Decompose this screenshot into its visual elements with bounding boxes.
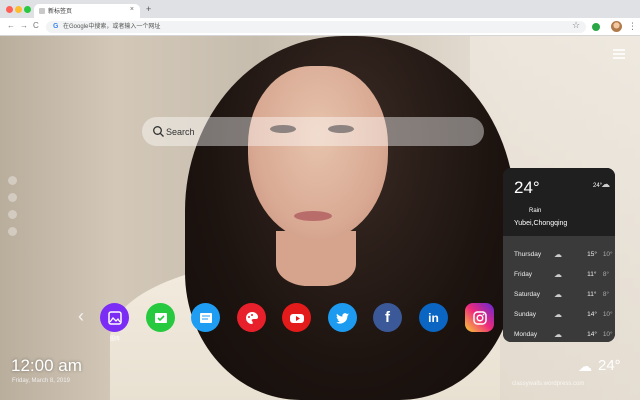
address-bar-placeholder: 在Google中搜索，或者输入一个网址 xyxy=(63,24,161,30)
back-button[interactable]: ← xyxy=(7,21,15,31)
shortcut-notes[interactable] xyxy=(191,303,220,332)
google-icon: G xyxy=(53,23,59,30)
weather-condition: Rain xyxy=(529,208,542,214)
shortcut-instagram[interactable] xyxy=(465,303,494,332)
forecast-high: 11° xyxy=(587,270,597,278)
title-bar: 新标签页 × + xyxy=(0,0,640,18)
shortcut-gallery-label: 图库 xyxy=(109,336,120,342)
forecast-row: Thursday ☁ 15° 10° xyxy=(503,244,615,264)
forecast-high: 15° xyxy=(587,250,597,258)
browser-toolbar: ← → C G 在Google中搜索，或者输入一个网址 ☆ ⋮ xyxy=(0,18,640,36)
browser-tab[interactable]: 新标签页 × xyxy=(34,4,140,18)
profile-avatar[interactable] xyxy=(611,21,622,32)
cloud-icon: ☁ xyxy=(554,269,563,279)
palette-icon xyxy=(245,311,258,324)
forecast-row: Monday ☁ 14° 10° xyxy=(503,324,615,342)
weather-current-temp: 24° xyxy=(514,178,540,197)
forecast-low: 8° xyxy=(602,290,610,298)
instagram-icon xyxy=(472,310,487,325)
side-dot-2[interactable] xyxy=(8,193,17,202)
forward-button[interactable]: → xyxy=(20,21,28,31)
forecast-high: 11° xyxy=(587,290,597,298)
forecast-day: Sunday xyxy=(514,310,537,318)
new-tab-page: 24° 24° ☁ Rain Yubei,Chongqing Thursday … xyxy=(0,36,640,400)
forecast-high: 14° xyxy=(587,310,597,318)
gallery-icon xyxy=(107,310,122,325)
extension-icon[interactable] xyxy=(592,23,600,31)
forecast-high: 14° xyxy=(587,330,597,338)
shortcut-twitter[interactable] xyxy=(328,303,357,332)
tab-close-icon[interactable]: × xyxy=(130,6,134,14)
forecast-low: 10° xyxy=(602,250,613,258)
shortcut-youtube[interactable] xyxy=(282,303,311,332)
tab-favicon-icon xyxy=(39,8,45,14)
forecast-row: Saturday ☁ 11° 8° xyxy=(503,284,615,304)
cloud-icon: ☁ xyxy=(554,249,563,259)
minimize-window-button[interactable] xyxy=(15,6,22,13)
forecast-row: Friday ☁ 11° 8° xyxy=(503,264,615,284)
twitter-icon xyxy=(335,312,349,324)
linkedin-icon: in xyxy=(428,310,439,325)
shortcut-facebook[interactable]: f xyxy=(373,303,402,332)
maximize-window-button[interactable] xyxy=(24,6,31,13)
side-nav-dots xyxy=(8,176,17,244)
forecast-low: 10° xyxy=(602,330,613,338)
side-dot-4[interactable] xyxy=(8,227,17,236)
weather-widget: 24° 24° ☁ Rain Yubei,Chongqing Thursday … xyxy=(503,168,615,342)
shortcuts-prev-arrow-icon[interactable]: ‹ xyxy=(78,306,84,326)
cloud-icon: ☁ xyxy=(554,309,563,319)
check-icon xyxy=(154,312,167,323)
shortcut-gallery[interactable] xyxy=(100,303,129,332)
forecast-day: Friday xyxy=(514,270,533,278)
clock-time: 12:00 am xyxy=(11,356,82,375)
cloud-icon: ☁ xyxy=(554,329,563,339)
side-dot-3[interactable] xyxy=(8,210,17,219)
forecast-day: Monday xyxy=(514,330,538,338)
reload-button[interactable]: C xyxy=(33,21,39,31)
shortcut-todo[interactable] xyxy=(146,303,175,332)
weather-forecast-list: Thursday ☁ 15° 10° Friday ☁ 11° 8° Satur… xyxy=(503,236,615,342)
weather-cloud-icon: ☁ xyxy=(601,179,610,189)
bookmark-star-icon[interactable]: ☆ xyxy=(572,20,580,30)
clock-date: Friday, March 8, 2019 xyxy=(12,378,70,384)
mini-weather-temp: 24° xyxy=(598,357,621,374)
search-input[interactable] xyxy=(166,123,466,140)
forecast-day: Thursday xyxy=(514,250,542,258)
settings-menu-icon[interactable] xyxy=(613,49,625,59)
shortcut-linkedin[interactable]: in xyxy=(419,303,448,332)
note-icon xyxy=(199,312,212,323)
cloud-icon: ☁ xyxy=(554,289,563,299)
forecast-row: Sunday ☁ 14° 10° xyxy=(503,304,615,324)
side-dot-1[interactable] xyxy=(8,176,17,185)
watermark: classywalls.wordpress.com xyxy=(512,381,585,387)
search-icon xyxy=(153,126,164,137)
close-window-button[interactable] xyxy=(6,6,13,13)
forecast-low: 10° xyxy=(602,310,613,318)
youtube-icon xyxy=(289,313,304,323)
background-lips xyxy=(294,211,332,221)
address-bar[interactable]: G 在Google中搜索，或者输入一个网址 xyxy=(46,21,586,33)
mini-weather-cloud-icon: ☁ xyxy=(578,358,592,374)
search-bar[interactable] xyxy=(142,117,484,146)
weather-location: Yubei,Chongqing xyxy=(514,220,568,227)
facebook-icon: f xyxy=(385,309,390,326)
forecast-day: Saturday xyxy=(514,290,541,298)
tab-title: 新标签页 xyxy=(48,9,73,15)
browser-menu-icon[interactable]: ⋮ xyxy=(628,21,637,31)
new-tab-button[interactable]: + xyxy=(146,5,151,14)
shortcut-paint[interactable] xyxy=(237,303,266,332)
forecast-low: 8° xyxy=(602,270,610,278)
